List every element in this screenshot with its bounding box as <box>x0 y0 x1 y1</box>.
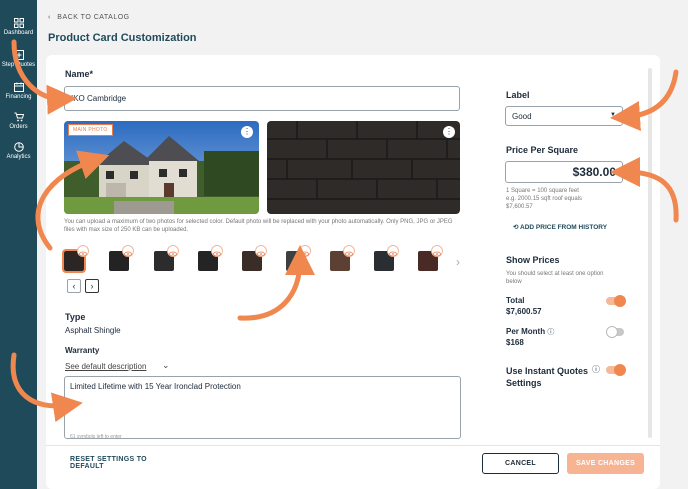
annotation-arrows <box>10 39 679 423</box>
arrow-to-name <box>11 39 77 115</box>
arrow-to-warranty <box>10 352 83 423</box>
arrow-to-photo <box>35 150 110 251</box>
arrow-to-price <box>610 157 679 223</box>
arrow-to-label <box>610 69 679 131</box>
arrow-to-swatch <box>237 245 315 321</box>
